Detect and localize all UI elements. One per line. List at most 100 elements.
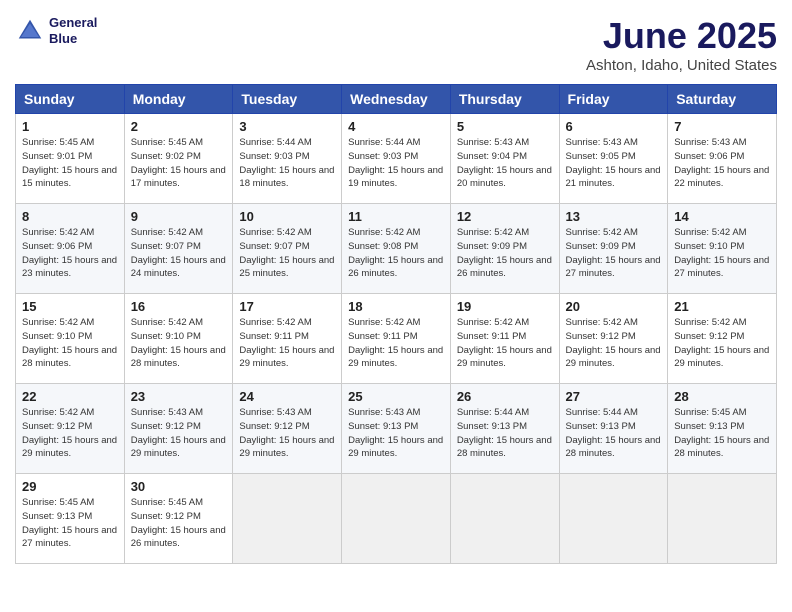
- calendar-week-row: 29 Sunrise: 5:45 AMSunset: 9:13 PMDayligh…: [16, 474, 777, 564]
- logo: General Blue: [15, 15, 97, 46]
- daylight-text: Daylight: 15 hours and 25 minutes.: [239, 255, 334, 280]
- daylight-text: Daylight: 15 hours and 19 minutes.: [348, 165, 443, 190]
- day-number: 19: [457, 299, 553, 314]
- day-number: 26: [457, 389, 553, 404]
- day-number: 16: [131, 299, 227, 314]
- sunset-text: Sunset: 9:06 PM: [22, 241, 92, 252]
- day-number: 1: [22, 119, 118, 134]
- sunset-text: Sunset: 9:10 PM: [674, 241, 744, 252]
- sunrise-text: Sunrise: 5:42 AM: [131, 317, 203, 328]
- day-info: Sunrise: 5:42 AMSunset: 9:08 PMDaylight:…: [348, 226, 444, 281]
- daylight-text: Daylight: 15 hours and 20 minutes.: [457, 165, 552, 190]
- day-info: Sunrise: 5:42 AMSunset: 9:12 PMDaylight:…: [674, 316, 770, 371]
- calendar-cell: 7Sunrise: 5:43 AMSunset: 9:06 PMDaylight…: [668, 114, 777, 204]
- day-info: Sunrise: 5:44 AMSunset: 9:03 PMDaylight:…: [239, 136, 335, 191]
- calendar-cell: 18Sunrise: 5:42 AMSunset: 9:11 PMDayligh…: [342, 294, 451, 384]
- calendar-cell: 14Sunrise: 5:42 AMSunset: 9:10 PMDayligh…: [668, 204, 777, 294]
- day-number: 15: [22, 299, 118, 314]
- day-info: Sunrise: 5:42 AMSunset: 9:11 PMDaylight:…: [457, 316, 553, 371]
- day-info: Sunrise: 5:42 AMSunset: 9:10 PMDaylight:…: [674, 226, 770, 281]
- daylight-text: Daylight: 15 hours and 21 minutes.: [566, 165, 661, 190]
- logo-icon: [15, 16, 45, 46]
- day-number: 7: [674, 119, 770, 134]
- day-info: Sunrise: 5:45 AMSunset: 9:13 PMDaylight:…: [22, 496, 118, 551]
- day-number: 27: [566, 389, 662, 404]
- day-info: Sunrise: 5:44 AMSunset: 9:03 PMDaylight:…: [348, 136, 444, 191]
- day-info: Sunrise: 5:42 AMSunset: 9:07 PMDaylight:…: [131, 226, 227, 281]
- day-info: Sunrise: 5:42 AMSunset: 9:09 PMDaylight:…: [566, 226, 662, 281]
- daylight-text: Daylight: 15 hours and 26 minutes.: [457, 255, 552, 280]
- day-info: Sunrise: 5:45 AMSunset: 9:13 PMDaylight:…: [674, 406, 770, 461]
- calendar-cell: 9 Sunrise: 5:42 AMSunset: 9:07 PMDaylight…: [124, 204, 233, 294]
- month-title: June 2025: [586, 15, 777, 57]
- calendar-week-row: 22Sunrise: 5:42 AMSunset: 9:12 PMDayligh…: [16, 384, 777, 474]
- sunrise-text: Sunrise: 5:45 AM: [131, 137, 203, 148]
- logo-line2: Blue: [49, 31, 97, 47]
- sunrise-text: Sunrise: 5:42 AM: [566, 227, 638, 238]
- calendar-cell: 21 Sunrise: 5:42 AMSunset: 9:12 PMDayligh…: [668, 294, 777, 384]
- day-info: Sunrise: 5:43 AMSunset: 9:05 PMDaylight:…: [566, 136, 662, 191]
- calendar-cell: 13Sunrise: 5:42 AMSunset: 9:09 PMDayligh…: [559, 204, 668, 294]
- sunrise-text: Sunrise: 5:43 AM: [348, 407, 420, 418]
- day-info: Sunrise: 5:45 AMSunset: 9:12 PMDaylight:…: [131, 496, 227, 551]
- daylight-text: Daylight: 15 hours and 29 minutes.: [566, 345, 661, 370]
- sunset-text: Sunset: 9:03 PM: [239, 151, 309, 162]
- calendar-cell: 3 Sunrise: 5:44 AMSunset: 9:03 PMDaylight…: [233, 114, 342, 204]
- sunrise-text: Sunrise: 5:42 AM: [348, 317, 420, 328]
- day-info: Sunrise: 5:42 AMSunset: 9:09 PMDaylight:…: [457, 226, 553, 281]
- sunset-text: Sunset: 9:12 PM: [239, 421, 309, 432]
- day-number: 9: [131, 209, 227, 224]
- daylight-text: Daylight: 15 hours and 17 minutes.: [131, 165, 226, 190]
- day-number: 21: [674, 299, 770, 314]
- daylight-text: Daylight: 15 hours and 27 minutes.: [22, 525, 117, 550]
- sunrise-text: Sunrise: 5:43 AM: [457, 137, 529, 148]
- day-number: 6: [566, 119, 662, 134]
- daylight-text: Daylight: 15 hours and 29 minutes.: [131, 435, 226, 460]
- daylight-text: Daylight: 15 hours and 23 minutes.: [22, 255, 117, 280]
- day-number: 28: [674, 389, 770, 404]
- day-number: 5: [457, 119, 553, 134]
- daylight-text: Daylight: 15 hours and 28 minutes.: [674, 435, 769, 460]
- sunset-text: Sunset: 9:11 PM: [457, 331, 527, 342]
- sunrise-text: Sunrise: 5:42 AM: [22, 227, 94, 238]
- day-info: Sunrise: 5:44 AMSunset: 9:13 PMDaylight:…: [457, 406, 553, 461]
- calendar-cell: 25Sunrise: 5:43 AMSunset: 9:13 PMDayligh…: [342, 384, 451, 474]
- daylight-text: Daylight: 15 hours and 15 minutes.: [22, 165, 117, 190]
- calendar-week-row: 15 Sunrise: 5:42 AMSunset: 9:10 PMDayligh…: [16, 294, 777, 384]
- sunrise-text: Sunrise: 5:42 AM: [674, 227, 746, 238]
- calendar-cell: [233, 474, 342, 564]
- day-info: Sunrise: 5:42 AMSunset: 9:10 PMDaylight:…: [131, 316, 227, 371]
- sunrise-text: Sunrise: 5:45 AM: [22, 137, 94, 148]
- sunset-text: Sunset: 9:11 PM: [239, 331, 309, 342]
- header-monday: Monday: [124, 85, 233, 114]
- sunset-text: Sunset: 9:12 PM: [131, 511, 201, 522]
- calendar-cell: 26 Sunrise: 5:44 AMSunset: 9:13 PMDayligh…: [450, 384, 559, 474]
- calendar-cell: 19 Sunrise: 5:42 AMSunset: 9:11 PMDayligh…: [450, 294, 559, 384]
- sunset-text: Sunset: 9:01 PM: [22, 151, 92, 162]
- daylight-text: Daylight: 15 hours and 29 minutes.: [239, 435, 334, 460]
- sunset-text: Sunset: 9:08 PM: [348, 241, 418, 252]
- title-area: June 2025 Ashton, Idaho, United States: [586, 15, 777, 74]
- calendar-cell: 8Sunrise: 5:42 AMSunset: 9:06 PMDaylight…: [16, 204, 125, 294]
- day-number: 25: [348, 389, 444, 404]
- sunrise-text: Sunrise: 5:42 AM: [22, 407, 94, 418]
- day-number: 12: [457, 209, 553, 224]
- day-number: 29: [22, 479, 118, 494]
- day-number: 11: [348, 209, 444, 224]
- daylight-text: Daylight: 15 hours and 29 minutes.: [239, 345, 334, 370]
- sunrise-text: Sunrise: 5:42 AM: [348, 227, 420, 238]
- sunrise-text: Sunrise: 5:42 AM: [22, 317, 94, 328]
- calendar-cell: 28 Sunrise: 5:45 AMSunset: 9:13 PMDayligh…: [668, 384, 777, 474]
- sunset-text: Sunset: 9:12 PM: [131, 421, 201, 432]
- calendar-cell: 5Sunrise: 5:43 AMSunset: 9:04 PMDaylight…: [450, 114, 559, 204]
- sunrise-text: Sunrise: 5:42 AM: [457, 227, 529, 238]
- header-thursday: Thursday: [450, 85, 559, 114]
- sunset-text: Sunset: 9:07 PM: [239, 241, 309, 252]
- logo-line1: General: [49, 15, 97, 31]
- day-number: 3: [239, 119, 335, 134]
- daylight-text: Daylight: 15 hours and 28 minutes.: [131, 345, 226, 370]
- sunrise-text: Sunrise: 5:44 AM: [566, 407, 638, 418]
- sunset-text: Sunset: 9:09 PM: [566, 241, 636, 252]
- daylight-text: Daylight: 15 hours and 29 minutes.: [22, 435, 117, 460]
- day-info: Sunrise: 5:42 AM Sunset: 9:06 PM Daylight:…: [22, 226, 118, 281]
